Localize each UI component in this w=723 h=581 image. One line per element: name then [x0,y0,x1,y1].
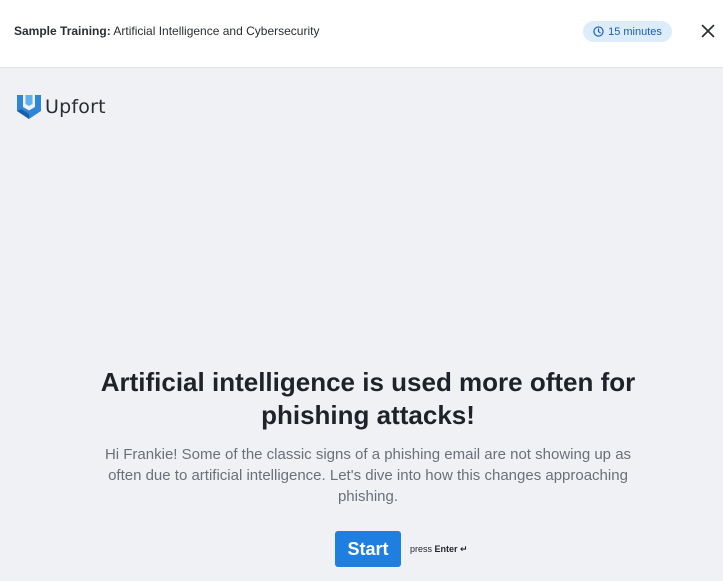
clock-icon [593,26,604,37]
course-title-prefix: Sample Training: [14,24,111,38]
enter-key-label: Enter ↵ [434,544,468,554]
keyboard-hint: press Enter ↵ [410,544,468,555]
logo-text: Upfort [45,96,106,118]
close-icon [701,24,715,38]
close-button[interactable] [697,20,719,42]
upfort-logo: Upfort [16,93,106,121]
course-title-name: Artificial Intelligence and Cybersecurit… [113,24,320,38]
page-title: Artificial intelligence is used more oft… [100,367,636,430]
start-button[interactable]: Start [335,531,401,567]
course-title: Sample Training: Artificial Intelligence… [14,24,319,38]
keyboard-hint-press: press [410,544,433,554]
duration-badge: 15 minutes [583,21,672,42]
upfort-logo-icon [17,95,41,119]
intro-text: Hi Frankie! Some of the classic signs of… [104,446,632,505]
duration-label: 15 minutes [608,25,662,38]
top-bar: Sample Training: Artificial Intelligence… [0,0,723,68]
